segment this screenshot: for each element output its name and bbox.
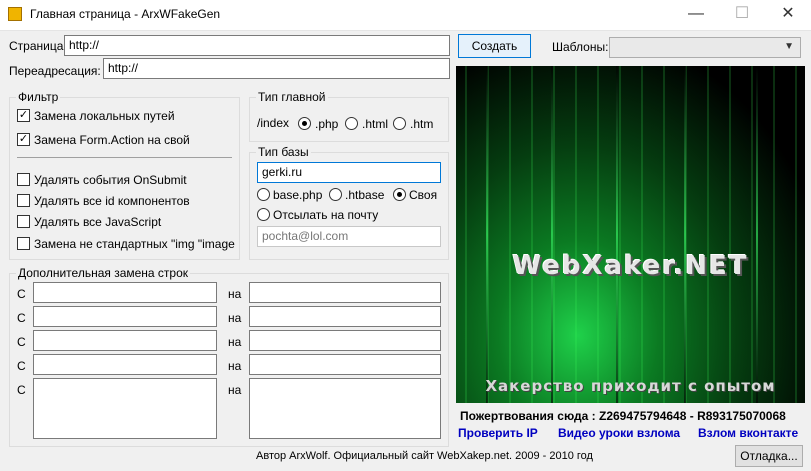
radio-htbase-label: .htbase <box>345 188 385 202</box>
webxakep-banner[interactable]: WebXaker.NET Хакерство приходит с опытом <box>456 66 805 403</box>
replace-from-input[interactable] <box>33 354 217 375</box>
base-type-group-title: Тип базы <box>256 145 311 159</box>
filter-group-title: Фильтр <box>16 90 61 104</box>
radio-send-mail-label: Отсылать на почту <box>273 208 379 222</box>
client-area: Страница: http:// Переадресация: http://… <box>0 31 811 471</box>
replace-from-label: С <box>17 383 26 397</box>
matrix-streak <box>684 66 686 403</box>
page-url-label: Страница: <box>9 39 67 53</box>
radio-htm-label: .htm <box>410 117 434 131</box>
matrix-streak <box>616 66 618 403</box>
templates-dropdown[interactable]: ▼ <box>609 37 801 58</box>
replace-from-label: С <box>17 359 26 373</box>
replace-to-label: на <box>228 335 242 349</box>
banner-slogan: Хакерство приходит с опытом <box>485 377 776 395</box>
donate-text: Пожертвования сюда : Z269475794648 - R89… <box>460 409 786 423</box>
checkbox-form-action[interactable]: ✓ <box>17 133 30 146</box>
replace-to-label: на <box>228 311 242 325</box>
radio-base-php[interactable] <box>257 188 270 201</box>
replace-to-label: на <box>228 359 242 373</box>
matrix-streak <box>756 66 758 403</box>
replace-to-label: на <box>228 287 242 301</box>
checkbox-local-paths[interactable]: ✓ <box>17 109 30 122</box>
footer-text: Автор ArxWolf. Официальный сайт WebXakep… <box>256 450 593 462</box>
checkbox-img-replace[interactable] <box>17 237 30 250</box>
main-type-group-title: Тип главной <box>256 90 328 104</box>
close-button[interactable]: ✕ <box>765 0 811 30</box>
check-ip-link[interactable]: Проверить IP <box>458 426 538 440</box>
radio-html-label: .html <box>362 117 389 131</box>
replace-from-input[interactable] <box>33 282 217 303</box>
banner-logo: WebXaker.NET <box>512 251 749 281</box>
matrix-streak <box>551 66 553 403</box>
radio-htbase[interactable] <box>329 188 342 201</box>
replace-to-input[interactable] <box>249 330 441 351</box>
radio-base-php-label: base.php <box>273 188 323 202</box>
minimize-button[interactable]: — <box>673 0 719 30</box>
checkbox-form-action-label: Замена Form.Action на свой <box>34 133 190 147</box>
debug-button[interactable]: Отладка... <box>735 445 803 467</box>
replace-from-input[interactable] <box>33 306 217 327</box>
radio-send-mail[interactable] <box>257 208 270 221</box>
radio-php-label: .php <box>315 117 339 131</box>
checkbox-remove-ids[interactable] <box>17 194 30 207</box>
checkbox-local-paths-label: Замена локальных путей <box>34 109 175 123</box>
title-bar: Главная страница - ArxWFakeGen — ☐ ✕ <box>0 0 811 31</box>
radio-custom-label: Своя <box>409 188 438 202</box>
replace-to-input[interactable] <box>249 282 441 303</box>
replace-to-input[interactable] <box>249 306 441 327</box>
replace-group-title: Дополнительная замена строк <box>16 266 191 280</box>
create-button[interactable]: Создать <box>458 34 531 58</box>
checkbox-remove-js-label: Удалять все JavaScript <box>34 215 162 229</box>
checkbox-onsubmit-label: Удалять события OnSubmit <box>34 173 187 187</box>
redirect-url-input[interactable]: http:// <box>103 58 450 79</box>
replace-from-label: С <box>17 335 26 349</box>
video-lessons-link[interactable]: Видео уроки взлома <box>558 426 680 440</box>
replace-to-label: на <box>228 383 242 397</box>
window-title: Главная страница - ArxWFakeGen <box>30 7 221 21</box>
radio-html[interactable] <box>345 117 358 130</box>
templates-label: Шаблоны: <box>552 40 609 54</box>
redirect-url-label: Переадресация: <box>9 64 101 78</box>
radio-htm[interactable] <box>393 117 406 130</box>
radio-php[interactable] <box>298 117 311 130</box>
matrix-streak <box>486 66 488 403</box>
checkbox-onsubmit[interactable] <box>17 173 30 186</box>
replace-from-textarea[interactable] <box>33 378 217 439</box>
chevron-down-icon: ▼ <box>784 41 794 52</box>
vk-hack-link[interactable]: Взлом вконтакте <box>698 426 798 440</box>
replace-to-input[interactable] <box>249 354 441 375</box>
maximize-button[interactable]: ☐ <box>719 0 765 30</box>
filter-divider <box>17 157 232 158</box>
radio-custom[interactable] <box>393 188 406 201</box>
page-url-input[interactable]: http:// <box>64 35 450 56</box>
checkbox-img-replace-label: Замена не стандартных "img "image <box>34 237 235 251</box>
replace-from-input[interactable] <box>33 330 217 351</box>
checkbox-remove-ids-label: Удалять все id компонентов <box>34 194 190 208</box>
base-name-input[interactable]: gerki.ru <box>257 162 441 183</box>
app-icon <box>8 7 22 21</box>
replace-from-label: С <box>17 311 26 325</box>
checkbox-remove-js[interactable] <box>17 215 30 228</box>
replace-from-label: С <box>17 287 26 301</box>
replace-to-textarea[interactable] <box>249 378 441 439</box>
main-type-prefix: /index <box>257 116 290 130</box>
mail-input[interactable]: pochta@lol.com <box>257 226 441 247</box>
